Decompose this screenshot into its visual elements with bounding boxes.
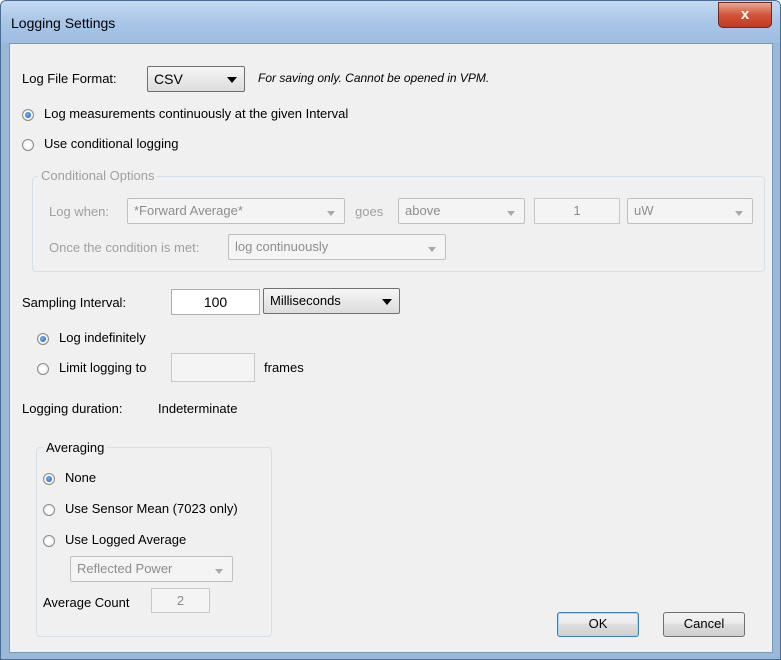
unit-select[interactable]: uW: [627, 198, 753, 224]
direction-value: above: [405, 203, 441, 218]
window-title: Logging Settings: [11, 15, 116, 31]
limit-logging-label[interactable]: Limit logging to: [59, 360, 146, 375]
log-indefinitely-radio[interactable]: [37, 333, 49, 345]
averaging-none-label[interactable]: None: [65, 470, 96, 485]
conditional-options-title: Conditional Options: [38, 168, 158, 183]
sensor-mean-radio[interactable]: [43, 504, 55, 516]
dialog-body: Log File Format: CSV For saving only. Ca…: [9, 43, 773, 653]
logged-average-label[interactable]: Use Logged Average: [65, 532, 186, 547]
chevron-down-icon: [382, 299, 392, 305]
sensor-mean-label[interactable]: Use Sensor Mean (7023 only): [65, 501, 238, 516]
threshold-input[interactable]: 1: [534, 198, 620, 224]
close-button[interactable]: x: [718, 2, 772, 28]
sampling-unit-select[interactable]: Milliseconds: [263, 288, 400, 314]
conditional-logging-label[interactable]: Use conditional logging: [44, 136, 178, 151]
chevron-down-icon: [215, 569, 223, 574]
ok-button[interactable]: OK: [557, 612, 639, 637]
logging-duration-label: Logging duration:: [22, 401, 123, 416]
logged-average-source-value: Reflected Power: [77, 561, 173, 576]
chevron-down-icon: [428, 247, 436, 252]
unit-value: uW: [634, 203, 654, 218]
chevron-down-icon: [227, 77, 237, 83]
averaging-none-radio[interactable]: [43, 473, 55, 485]
goes-label: goes: [355, 204, 384, 219]
log-format-label: Log File Format:: [22, 71, 117, 86]
direction-select[interactable]: above: [398, 198, 525, 224]
chevron-down-icon: [735, 211, 743, 216]
log-indefinitely-label[interactable]: Log indefinitely: [59, 330, 146, 345]
log-format-value: CSV: [154, 71, 183, 87]
logged-average-radio[interactable]: [43, 535, 55, 547]
logging-duration-value: Indeterminate: [158, 401, 238, 416]
limit-logging-radio[interactable]: [37, 363, 49, 375]
close-icon: x: [740, 6, 750, 23]
average-count-input[interactable]: 2: [151, 588, 210, 613]
frames-input[interactable]: [171, 353, 255, 382]
log-when-value: *Forward Average*: [134, 203, 243, 218]
continuous-logging-label[interactable]: Log measurements continuously at the giv…: [44, 106, 348, 121]
logging-settings-window: Logging Settings x Log File Format: CSV …: [0, 0, 781, 660]
average-count-label: Average Count: [43, 595, 130, 610]
log-when-label: Log when:: [49, 204, 109, 219]
averaging-title: Averaging: [43, 440, 108, 455]
logged-average-source-select[interactable]: Reflected Power: [70, 556, 233, 582]
sampling-unit-value: Milliseconds: [270, 293, 341, 308]
title-bar[interactable]: Logging Settings x: [1, 1, 780, 43]
conditional-logging-radio[interactable]: [22, 139, 34, 151]
once-condition-select[interactable]: log continuously: [228, 234, 446, 260]
once-condition-value: log continuously: [235, 239, 329, 254]
continuous-logging-radio[interactable]: [22, 109, 34, 121]
once-condition-label: Once the condition is met:: [49, 240, 200, 255]
sampling-interval-input[interactable]: 100: [171, 289, 260, 315]
cancel-button[interactable]: Cancel: [663, 612, 745, 637]
log-format-note: For saving only. Cannot be opened in VPM…: [258, 71, 490, 85]
log-format-select[interactable]: CSV: [147, 66, 245, 92]
chevron-down-icon: [327, 211, 335, 216]
frames-label: frames: [264, 360, 304, 375]
chevron-down-icon: [507, 211, 515, 216]
sampling-interval-label: Sampling Interval:: [22, 295, 127, 310]
log-when-select[interactable]: *Forward Average*: [127, 198, 345, 224]
